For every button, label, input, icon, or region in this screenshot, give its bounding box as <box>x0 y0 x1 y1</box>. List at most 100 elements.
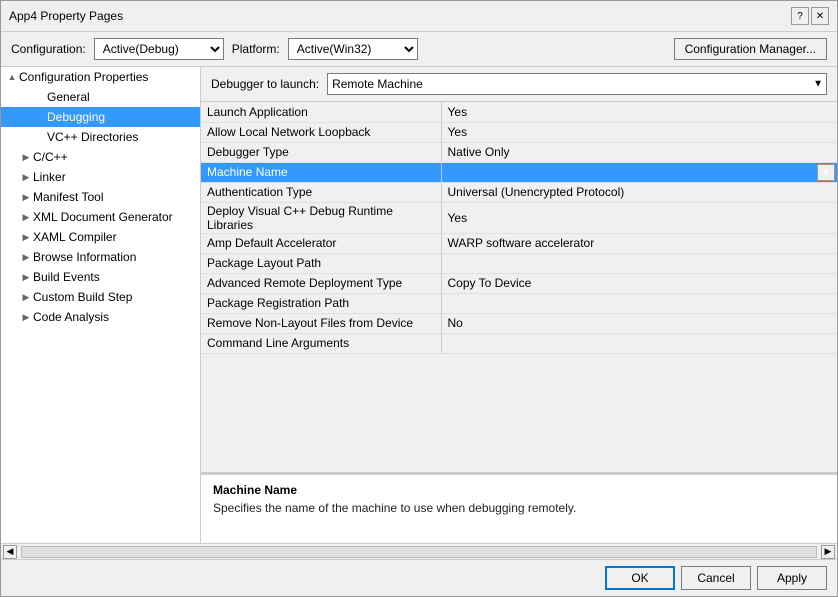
help-button[interactable]: ? <box>791 7 809 25</box>
prop-value: Yes <box>441 122 837 142</box>
prop-name: Advanced Remote Deployment Type <box>201 273 441 293</box>
sidebar-item-label: Browse Information <box>33 250 136 264</box>
sidebar-item-xml-doc[interactable]: ▶XML Document Generator <box>1 207 200 227</box>
info-box: Machine Name Specifies the name of the m… <box>201 473 837 543</box>
table-row[interactable]: Package Layout Path <box>201 253 837 273</box>
prop-name: Authentication Type <box>201 182 441 202</box>
table-row[interactable]: Launch ApplicationYes <box>201 102 837 122</box>
table-row[interactable]: Allow Local Network LoopbackYes <box>201 122 837 142</box>
prop-name: Debugger Type <box>201 142 441 162</box>
table-row[interactable]: Deploy Visual C++ Debug Runtime Librarie… <box>201 202 837 233</box>
dialog-title: App4 Property Pages <box>9 9 123 23</box>
table-row[interactable]: Debugger TypeNative Only <box>201 142 837 162</box>
platform-select[interactable]: Active(Win32) <box>288 38 418 60</box>
tree-toggle-icon: ▶ <box>19 170 33 184</box>
title-controls: ? ✕ <box>791 7 829 25</box>
ok-button[interactable]: OK <box>605 566 675 590</box>
prop-value: No <box>441 313 837 333</box>
cancel-button[interactable]: Cancel <box>681 566 751 590</box>
properties-table: Launch ApplicationYesAllow Local Network… <box>201 102 837 354</box>
prop-name: Package Layout Path <box>201 253 441 273</box>
horizontal-scrollbar[interactable]: ◀ ▶ <box>1 543 837 559</box>
prop-value <box>441 333 837 353</box>
prop-value: Universal (Unencrypted Protocol) <box>441 182 837 202</box>
config-bar: Configuration: Active(Debug) Platform: A… <box>1 32 837 66</box>
table-row[interactable]: Package Registration Path <box>201 293 837 313</box>
sidebar-item-label: Custom Build Step <box>33 290 132 304</box>
props-table: Launch ApplicationYesAllow Local Network… <box>201 101 837 473</box>
prop-name: Machine Name <box>201 162 441 182</box>
prop-value: Native Only <box>441 142 837 162</box>
table-row[interactable]: Machine Name ▼ <box>201 162 837 182</box>
sidebar-item-xaml-compiler[interactable]: ▶XAML Compiler <box>1 227 200 247</box>
row-dropdown-button[interactable]: ▼ <box>817 164 835 181</box>
config-manager-button[interactable]: Configuration Manager... <box>674 38 827 60</box>
sidebar-item-label: General <box>47 90 90 104</box>
sidebar-item-custom-build[interactable]: ▶Custom Build Step <box>1 287 200 307</box>
debugger-select[interactable]: Remote Machine <box>327 73 827 95</box>
scroll-right-button[interactable]: ▶ <box>821 545 835 559</box>
prop-value: Copy To Device <box>441 273 837 293</box>
sidebar-item-label: Build Events <box>33 270 100 284</box>
title-bar: App4 Property Pages ? ✕ <box>1 1 837 32</box>
left-panel: ▲Configuration Properties General Debuggin… <box>1 67 201 543</box>
sidebar-item-config-props[interactable]: ▲Configuration Properties <box>1 67 200 87</box>
sidebar-item-vc-dirs[interactable]: VC++ Directories <box>1 127 200 147</box>
sidebar-item-browse-info[interactable]: ▶Browse Information <box>1 247 200 267</box>
main-content: ▲Configuration Properties General Debuggin… <box>1 66 837 543</box>
debugger-label: Debugger to launch: <box>211 77 319 91</box>
tree-toggle-icon: ▶ <box>19 150 33 164</box>
info-title: Machine Name <box>213 483 825 497</box>
dialog: App4 Property Pages ? ✕ Configuration: A… <box>0 0 838 597</box>
table-row[interactable]: Amp Default AcceleratorWARP software acc… <box>201 233 837 253</box>
prop-value: Yes <box>441 202 837 233</box>
table-row[interactable]: Authentication TypeUniversal (Unencrypte… <box>201 182 837 202</box>
tree-toggle-icon: ▲ <box>5 70 19 84</box>
prop-name: Command Line Arguments <box>201 333 441 353</box>
tree-toggle-icon: ▶ <box>19 230 33 244</box>
scroll-left-button[interactable]: ◀ <box>3 545 17 559</box>
tree-toggle-icon: ▶ <box>19 310 33 324</box>
prop-name: Remove Non-Layout Files from Device <box>201 313 441 333</box>
sidebar-item-c-cpp[interactable]: ▶C/C++ <box>1 147 200 167</box>
prop-name: Allow Local Network Loopback <box>201 122 441 142</box>
info-description: Specifies the name of the machine to use… <box>213 501 825 515</box>
sidebar-item-label: VC++ Directories <box>47 130 138 144</box>
prop-value: WARP software accelerator <box>441 233 837 253</box>
sidebar-item-linker[interactable]: ▶Linker <box>1 167 200 187</box>
sidebar-item-label: C/C++ <box>33 150 68 164</box>
table-row[interactable]: Command Line Arguments <box>201 333 837 353</box>
prop-value <box>441 293 837 313</box>
sidebar-item-label: Configuration Properties <box>19 70 148 84</box>
platform-label: Platform: <box>232 42 280 56</box>
prop-name: Amp Default Accelerator <box>201 233 441 253</box>
sidebar-item-code-analysis[interactable]: ▶Code Analysis <box>1 307 200 327</box>
debugger-select-wrapper: Remote Machine ▼ <box>327 73 827 95</box>
tree-toggle-icon: ▶ <box>19 250 33 264</box>
sidebar-item-label: XML Document Generator <box>33 210 173 224</box>
sidebar-item-build-events[interactable]: ▶Build Events <box>1 267 200 287</box>
right-panel: Debugger to launch: Remote Machine ▼ Lau… <box>201 67 837 543</box>
sidebar-item-label: Manifest Tool <box>33 190 103 204</box>
sidebar-item-general[interactable]: General <box>1 87 200 107</box>
tree-toggle-icon: ▶ <box>19 290 33 304</box>
sidebar-item-label: Linker <box>33 170 66 184</box>
sidebar-item-label: Code Analysis <box>33 310 109 324</box>
scroll-track[interactable] <box>21 546 817 558</box>
debugger-bar: Debugger to launch: Remote Machine ▼ <box>201 67 837 101</box>
sidebar-item-label: Debugging <box>47 110 105 124</box>
prop-name: Package Registration Path <box>201 293 441 313</box>
table-row[interactable]: Advanced Remote Deployment TypeCopy To D… <box>201 273 837 293</box>
prop-value: ▼ <box>441 162 837 182</box>
config-label: Configuration: <box>11 42 86 56</box>
bottom-bar: OK Cancel Apply <box>1 559 837 596</box>
sidebar-item-debugging[interactable]: Debugging <box>1 107 200 127</box>
sidebar-item-manifest-tool[interactable]: ▶Manifest Tool <box>1 187 200 207</box>
table-row[interactable]: Remove Non-Layout Files from DeviceNo <box>201 313 837 333</box>
tree-toggle-icon: ▶ <box>19 190 33 204</box>
prop-name: Launch Application <box>201 102 441 122</box>
apply-button[interactable]: Apply <box>757 566 827 590</box>
prop-value: Yes <box>441 102 837 122</box>
close-button[interactable]: ✕ <box>811 7 829 25</box>
config-select[interactable]: Active(Debug) <box>94 38 224 60</box>
